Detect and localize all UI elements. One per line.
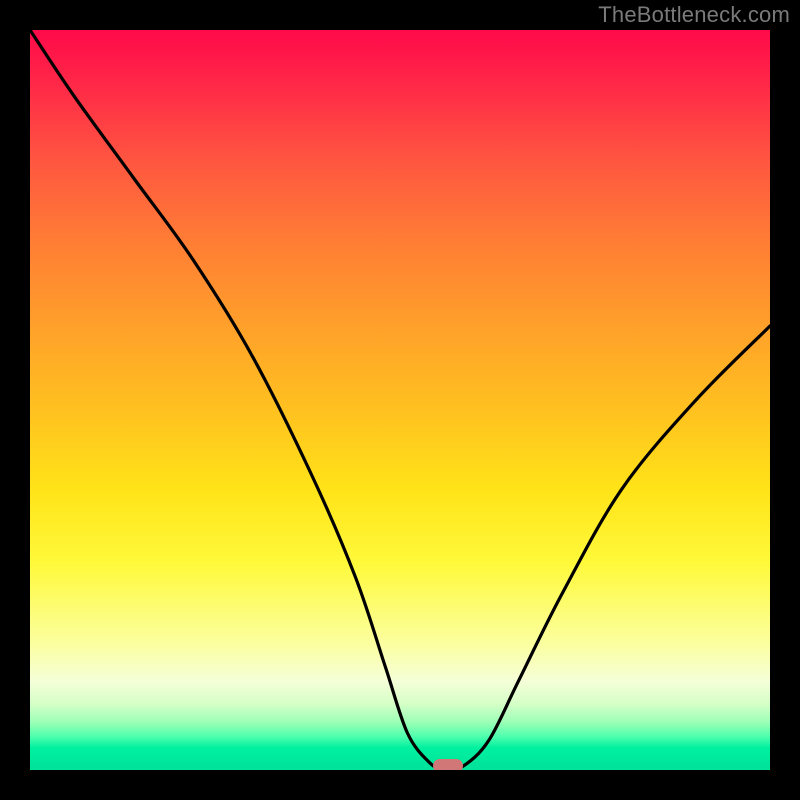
curve-path	[30, 30, 770, 770]
minimum-marker	[433, 759, 463, 770]
plot-area	[30, 30, 770, 770]
watermark-text: TheBottleneck.com	[598, 2, 790, 28]
chart-frame: TheBottleneck.com	[0, 0, 800, 800]
bottleneck-curve	[30, 30, 770, 770]
